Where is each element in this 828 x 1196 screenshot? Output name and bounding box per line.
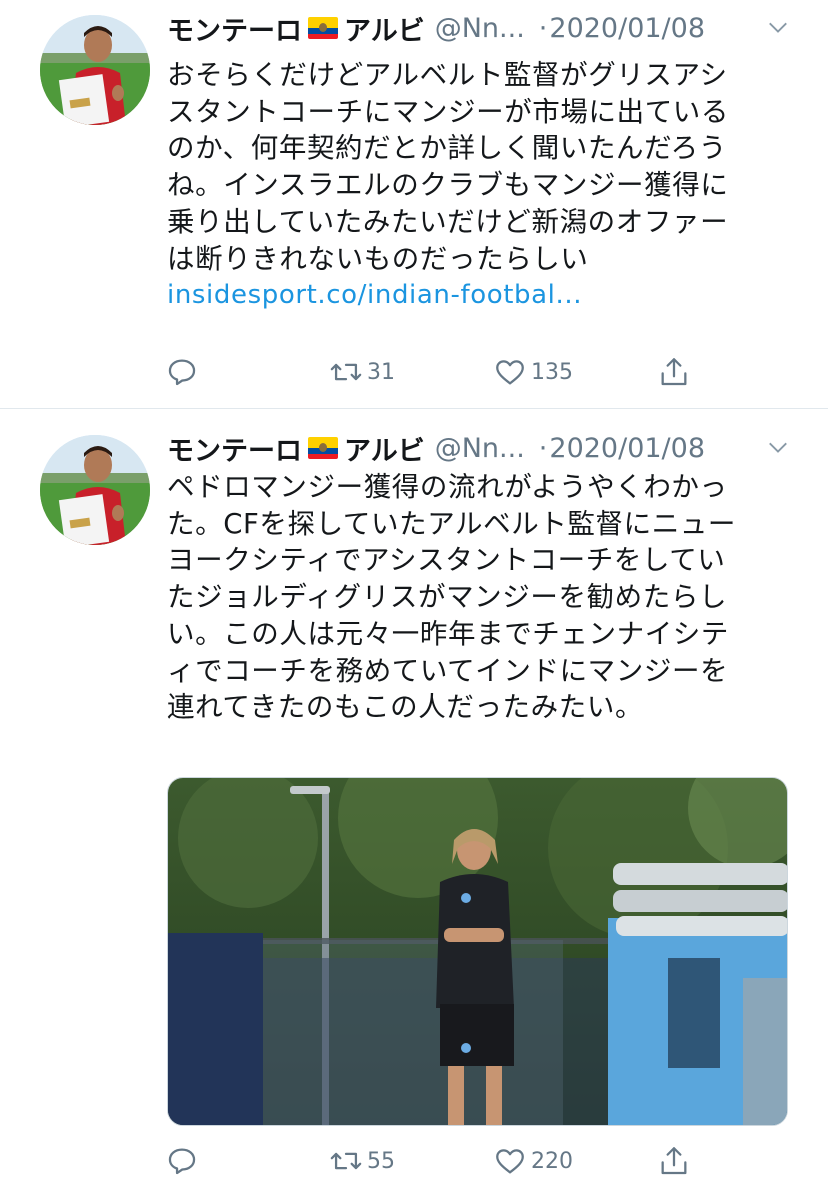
tweet-text-line: は断りきれないものだったらしい — [167, 242, 589, 275]
display-name-suffix: アルビ — [344, 15, 425, 47]
like-count: 220 — [531, 1148, 573, 1174]
like-count: 135 — [531, 359, 573, 385]
chevron-down-icon[interactable] — [767, 16, 789, 38]
reply-button[interactable] — [165, 1141, 203, 1181]
display-name-text: モンテーロ — [167, 435, 302, 467]
tweet[interactable]: モンテーロ アルビ @Nn... · 2020/01/08 ペドロマンジー獲得の… — [0, 410, 828, 1196]
tweet-text: ペドロマンジー獲得の流れがようやくわかっ た。CFを探していたアルベルト監督にニ… — [167, 469, 787, 726]
display-name-text: モンテーロ — [167, 15, 302, 47]
tweet-photo[interactable] — [167, 777, 788, 1126]
handle[interactable]: @Nn... — [435, 13, 525, 44]
ecuador-flag-icon — [308, 17, 338, 39]
tweet-date[interactable]: 2020/01/08 — [549, 13, 705, 44]
tweet-text-line: スタントコーチにマンジーが市場に出ている — [167, 95, 729, 128]
tweet-text-line: た。CFを探していたアルベルト監督にニュー — [167, 507, 737, 540]
tweet-date[interactable]: 2020/01/08 — [549, 433, 705, 464]
retweet-icon — [330, 1152, 362, 1170]
share-icon — [661, 358, 687, 386]
tweet-divider — [0, 408, 828, 409]
handle[interactable]: @Nn... — [435, 433, 525, 464]
retweet-icon — [330, 363, 362, 381]
share-icon — [661, 1147, 687, 1175]
heart-icon — [496, 360, 524, 385]
tweet-text-line: い。この人は元々一昨年までチェンナイシテ — [167, 617, 729, 650]
avatar[interactable] — [40, 435, 150, 545]
tweet-header: モンテーロ アルビ @Nn... · 2020/01/08 — [167, 8, 797, 48]
tweet-text-line: ィでコーチを務めていてインドにマンジーを — [167, 654, 729, 687]
like-button[interactable]: 220 — [493, 1141, 573, 1181]
heart-icon — [496, 1149, 524, 1174]
tweet-text-line: ペドロマンジー獲得の流れがようやくわかっ — [167, 471, 728, 503]
tweet-text-line: おそらくだけどアルベルト監督がグリスアシ — [167, 59, 728, 91]
avatar[interactable] — [40, 15, 150, 125]
retweet-button[interactable]: 31 — [329, 352, 395, 392]
display-name[interactable]: モンテーロ アルビ — [167, 9, 425, 48]
reply-icon — [168, 359, 196, 386]
tweet-text-line: ヨークシティでアシスタントコーチをしてい — [167, 544, 726, 577]
share-button[interactable] — [657, 352, 691, 392]
tweet-text-line: たジョルディグリスがマンジーを勧めたらし — [167, 581, 728, 614]
ecuador-flag-icon — [308, 437, 338, 459]
chevron-down-icon[interactable] — [767, 436, 789, 458]
tweet-actions: 31 135 — [165, 352, 705, 392]
display-name[interactable]: モンテーロ アルビ — [167, 429, 425, 468]
retweet-count: 31 — [367, 359, 395, 385]
retweet-count: 55 — [367, 1148, 395, 1174]
tweet-actions: 55 220 — [165, 1141, 705, 1181]
display-name-suffix: アルビ — [344, 435, 425, 467]
tweet-text-line: のか、何年契約だとか詳しく聞いたんだろう — [167, 132, 727, 165]
share-button[interactable] — [657, 1141, 691, 1181]
tweet-text: おそらくだけどアルベルト監督がグリスアシ スタントコーチにマンジーが市場に出てい… — [167, 57, 787, 314]
tweet-header: モンテーロ アルビ @Nn... · 2020/01/08 — [167, 428, 797, 468]
reply-icon — [168, 1148, 196, 1175]
separator-dot: · — [538, 432, 548, 464]
tweet[interactable]: モンテーロ アルビ @Nn... · 2020/01/08 おそらくだけどアルベ… — [0, 0, 828, 409]
reply-button[interactable] — [165, 352, 203, 392]
tweet-text-line: 乗り出していたみたいだけど新潟のオファー — [167, 205, 729, 238]
tweet-link[interactable]: insidesport.co/indian-footbal... — [167, 277, 787, 314]
tweet-text-line: 連れてきたのもこの人だったみたい。 — [167, 691, 644, 724]
tweet-text-line: ね。インスラエルのクラブもマンジー獲得に — [167, 169, 729, 202]
separator-dot: · — [538, 12, 548, 44]
retweet-button[interactable]: 55 — [329, 1141, 395, 1181]
like-button[interactable]: 135 — [493, 352, 573, 392]
